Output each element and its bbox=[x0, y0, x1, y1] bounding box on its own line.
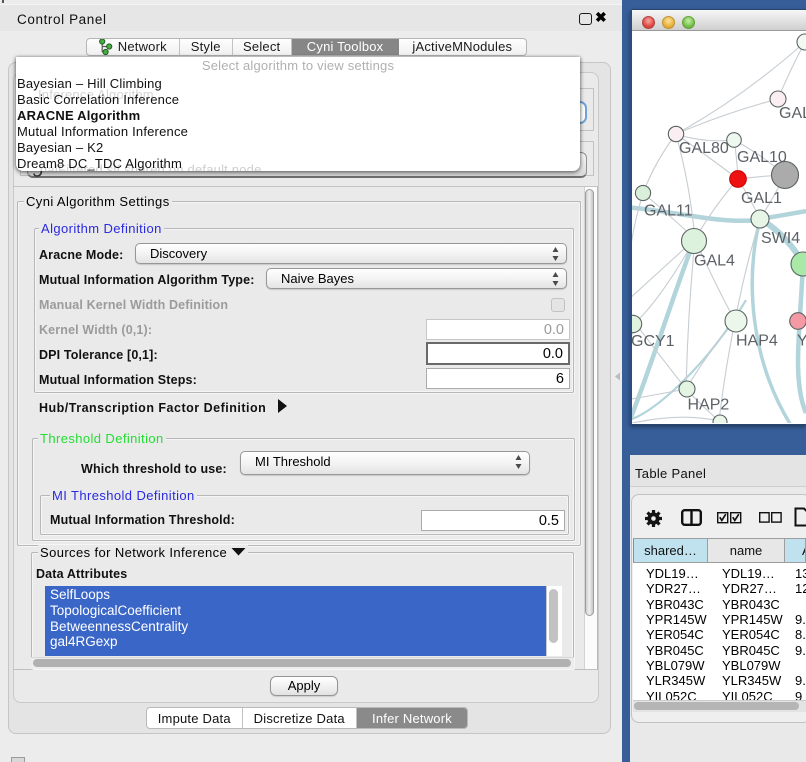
svg-text:GAL10: GAL10 bbox=[737, 149, 787, 166]
svg-text:SWI4: SWI4 bbox=[761, 230, 800, 247]
svg-text:GAL11: GAL11 bbox=[644, 203, 693, 220]
svg-text:HAP2: HAP2 bbox=[688, 397, 730, 414]
svg-text:GAL7: GAL7 bbox=[779, 105, 806, 122]
svg-text:YL: YL bbox=[797, 333, 806, 350]
svg-text:HAP4: HAP4 bbox=[736, 333, 778, 350]
svg-text:GCY1: GCY1 bbox=[632, 333, 675, 350]
svg-text:GAL1: GAL1 bbox=[741, 190, 782, 207]
svg-text:GAL80: GAL80 bbox=[679, 140, 729, 157]
svg-text:GAL4: GAL4 bbox=[694, 253, 735, 270]
